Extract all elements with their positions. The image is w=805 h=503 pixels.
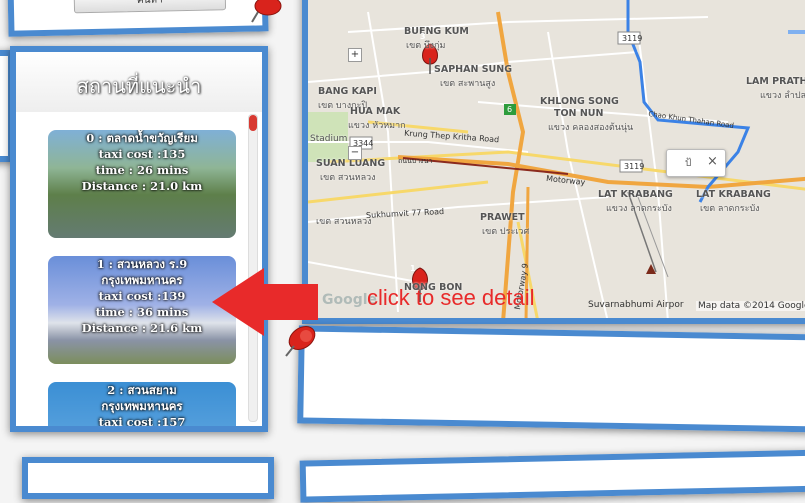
map-view[interactable]: BUENG KUM เขต บึงกุ่ม SAPHAN SUNG เขต สะ… <box>308 0 805 318</box>
map-label: แขวง ลำปลาทิว <box>760 91 805 101</box>
map-label: แขวง ลาดกระบัง <box>606 204 672 214</box>
place-card-1[interactable]: 1 : สวนหลวง ร.9 กรุงเทพมหานคร taxi cost … <box>48 256 236 364</box>
map-label: เขต บึงกุ่ม <box>406 41 446 51</box>
callout-text: click to see detail <box>367 285 535 310</box>
zoom-in-button[interactable]: + <box>348 48 362 62</box>
place-province: กรุงเทพมหานคร <box>101 273 183 287</box>
map-label: LAM PRATHEW <box>746 76 805 87</box>
road-label: ถนนบางนา <box>398 157 433 165</box>
recommendation-panel: สถานที่แนะนำ 0 : ตลาดน้ำขวัญเรียม taxi c… <box>10 46 268 432</box>
taxi-cost: taxi cost :139 <box>98 289 186 303</box>
place-card-0[interactable]: 0 : ตลาดน้ำขวัญเรียม taxi cost :135 time… <box>48 130 236 238</box>
map-label: เขต สวนหลวง <box>316 217 372 227</box>
bottom-panel-left <box>22 457 274 499</box>
marker-number: 3 <box>420 32 426 41</box>
place-name: 0 : ตลาดน้ำขวัญเรียม <box>86 131 198 145</box>
route-number: 3119 <box>624 162 645 171</box>
zoom-out-button[interactable]: − <box>348 146 362 160</box>
map-label: เขต ลาดกระบัง <box>700 204 760 214</box>
place-card-text: 1 : สวนหลวง ร.9 กรุงเทพมหานคร taxi cost … <box>48 256 236 336</box>
place-province: กรุงเทพมหานคร <box>101 399 183 413</box>
marker-number: 1 <box>410 264 416 273</box>
map-attribution[interactable]: Map data ©2014 Google <box>696 301 805 311</box>
route-number: 6 <box>507 105 513 114</box>
map-label: HUA MAK <box>350 106 401 117</box>
map-label: BANG KAPI <box>318 86 377 97</box>
pushpin-icon <box>251 0 282 23</box>
map-label: SAPHAN SUNG <box>434 64 513 75</box>
map-label: LAT KRABANG <box>598 189 673 200</box>
map-label: TON NUN <box>554 108 604 119</box>
distance: Distance : 21.0 km <box>81 179 203 193</box>
place-name: 2 : สวนสยาม <box>107 383 177 397</box>
search-panel: ค้นหา <box>7 0 269 37</box>
map-label: แขวง คลองสองต้นนุ่น <box>548 123 634 133</box>
place-card-text: 0 : ตลาดน้ำขวัญเรียม taxi cost :135 time… <box>48 130 236 194</box>
place-card-text: 2 : สวนสยาม กรุงเทพมหานคร taxi cost :157 <box>48 382 236 426</box>
bottom-panel-right <box>299 449 805 503</box>
info-window-text: ป้ <box>685 158 692 169</box>
travel-time: time : 26 mins <box>95 163 189 177</box>
map-panel: BUENG KUM เขต บึงกุ่ม SAPHAN SUNG เขต สะ… <box>302 0 805 324</box>
map-label: แขวง หัวหมาก <box>348 121 406 131</box>
map-label: PRAWET <box>480 212 525 223</box>
search-button[interactable]: ค้นหา <box>73 0 227 14</box>
distance: Distance : 21.6 km <box>81 321 203 335</box>
detail-panel <box>297 325 805 433</box>
place-name: 1 : สวนหลวง ร.9 <box>96 257 188 271</box>
map-label: KHLONG SONG <box>540 96 619 107</box>
scrollbar-thumb[interactable] <box>249 115 257 131</box>
taxi-cost: taxi cost :157 <box>98 415 186 426</box>
close-icon[interactable]: × <box>707 154 718 169</box>
airport-label: Suvarnabhumi Airpor <box>588 300 684 310</box>
place-card-2[interactable]: 2 : สวนสยาม กรุงเทพมหานคร taxi cost :157 <box>48 382 236 426</box>
map-label: Stadium <box>310 134 348 144</box>
recommendation-header: สถานที่แนะนำ <box>16 52 262 112</box>
recommendation-title: สถานที่แนะนำ <box>76 74 202 98</box>
map-label: เขต สะพานสูง <box>440 79 496 89</box>
travel-time: time : 36 mins <box>95 305 189 319</box>
map-label: เขต สวนหลวง <box>320 173 376 183</box>
map-label: LAT KRABANG <box>696 189 771 200</box>
taxi-cost: taxi cost :135 <box>98 147 186 161</box>
map-label: BUENG KUM <box>404 26 469 37</box>
arrow-icon <box>212 268 318 336</box>
map-label: เขต ประเวศ <box>482 227 530 237</box>
map-info-window[interactable]: ป้ × <box>666 149 726 177</box>
route-number: 3119 <box>622 34 643 43</box>
